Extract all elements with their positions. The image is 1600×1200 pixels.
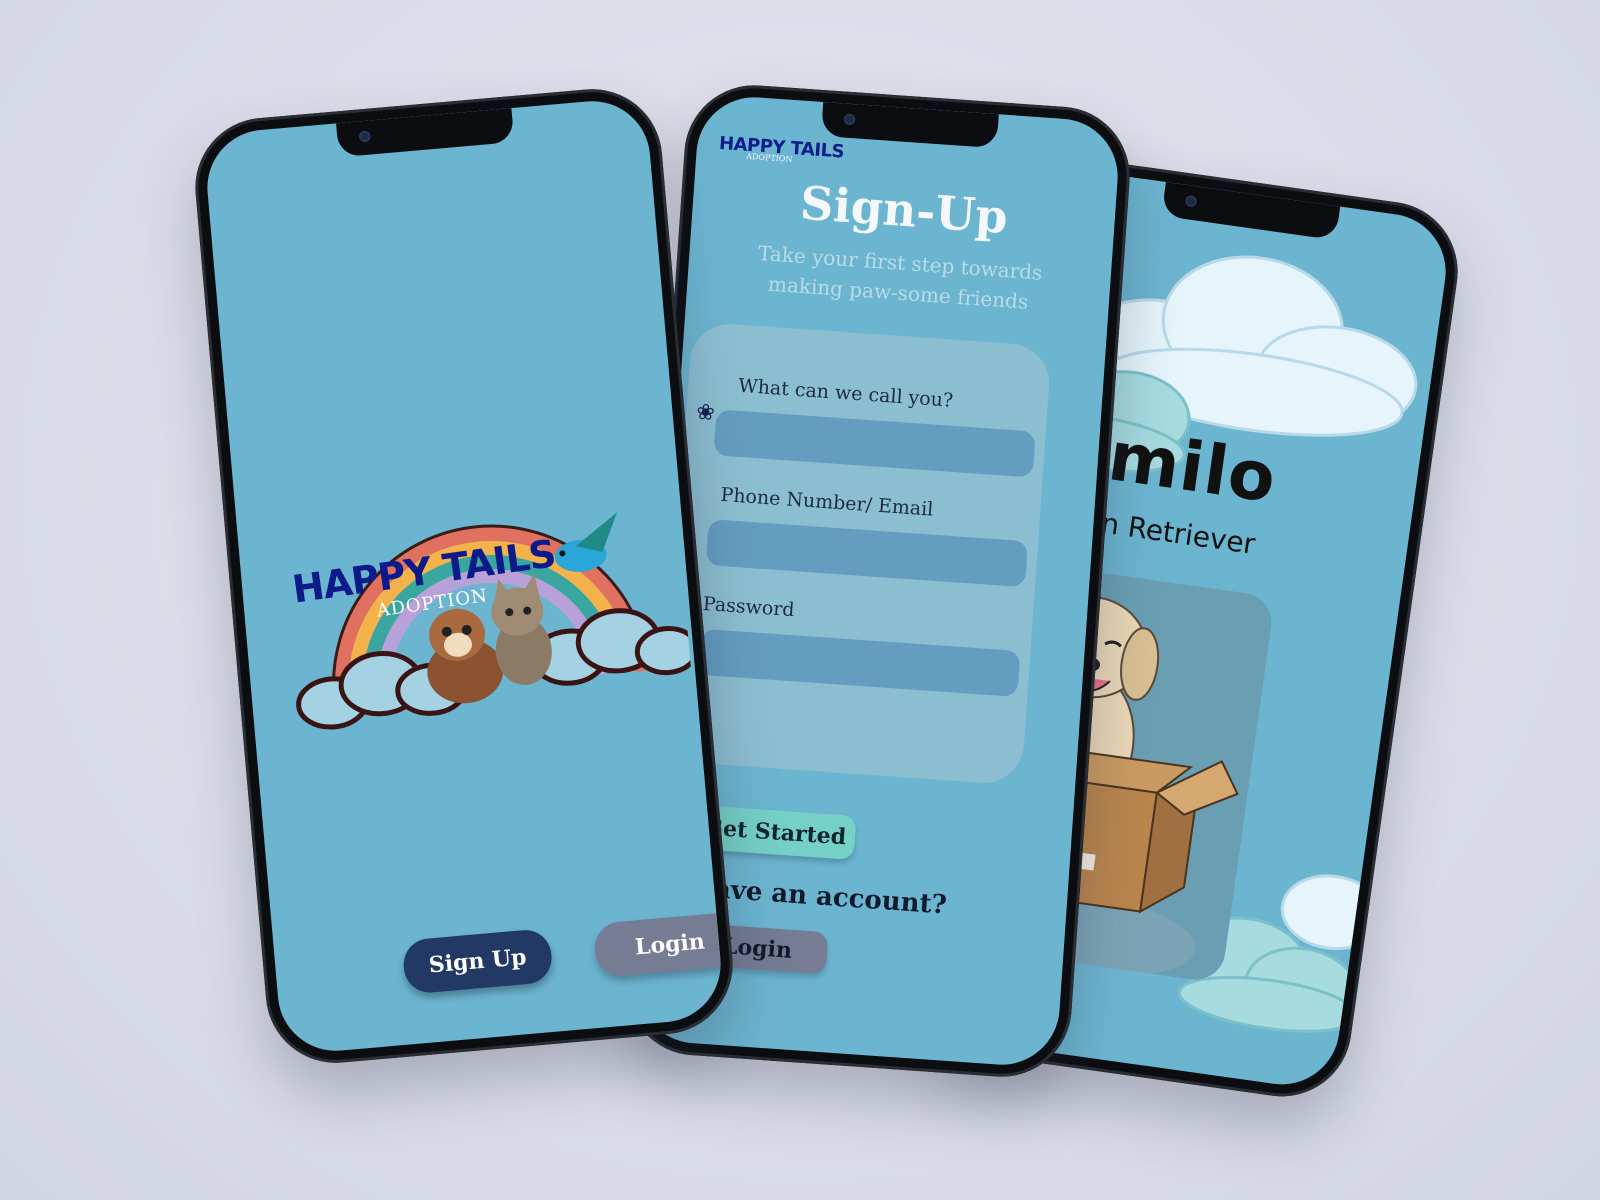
paw-icon: ❀ <box>695 399 716 427</box>
camera-icon <box>843 113 856 126</box>
sign-up-button[interactable]: Sign Up <box>401 927 554 995</box>
notch <box>336 108 515 158</box>
login-button[interactable]: Login <box>592 911 726 978</box>
landing-screen: HAPPY TAILS ADOPTION Sign Up Login <box>202 96 726 1056</box>
name-field[interactable] <box>713 409 1036 478</box>
name-label: What can we call you? <box>737 374 954 412</box>
signup-form: What can we call you? Phone Number/ Emai… <box>661 321 1052 786</box>
contact-field[interactable] <box>705 519 1029 588</box>
password-field[interactable] <box>698 628 1021 697</box>
phone-landing: HAPPY TAILS ADOPTION Sign Up Login <box>189 83 739 1069</box>
page-subtitle: Take your first step towards making paw-… <box>757 240 1044 314</box>
camera-icon <box>358 130 371 143</box>
contact-label: Phone Number/ Email <box>719 483 935 521</box>
password-label: Password <box>702 592 796 622</box>
mockup-stage: milo e Golden Retriever HAPPY TAILS ADOP… <box>0 0 1600 1200</box>
have-account-text: have an account? <box>694 873 948 921</box>
camera-icon <box>1184 194 1198 208</box>
notch <box>820 102 999 149</box>
brand-logo: HAPPY TAILS ADOPTION <box>718 133 844 168</box>
